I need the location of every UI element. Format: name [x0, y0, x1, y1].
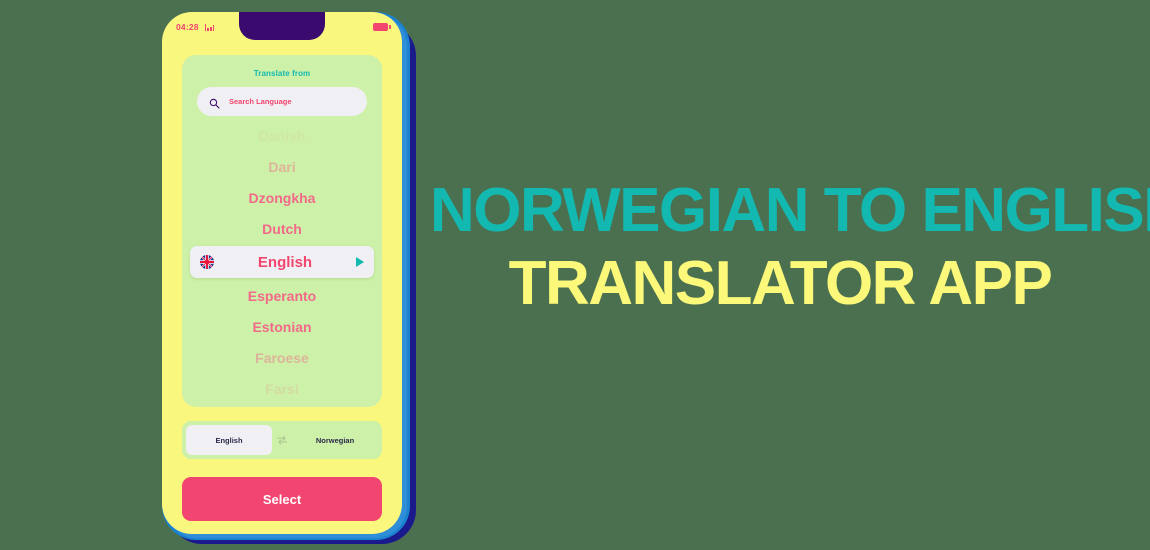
card-title: Translate from — [253, 69, 311, 78]
list-item[interactable]: Estonian — [182, 311, 382, 342]
list-item[interactable]: Dzongkha — [182, 182, 382, 213]
play-arrow-icon[interactable] — [356, 257, 364, 267]
select-button[interactable]: Select — [182, 477, 382, 521]
list-item[interactable]: Esperanto — [182, 280, 382, 311]
list-item[interactable]: Dutch — [182, 213, 382, 244]
source-language-chip[interactable]: English — [186, 425, 272, 455]
selected-language-label: English — [257, 253, 313, 271]
status-time: 04:28 — [176, 22, 199, 32]
language-list[interactable]: Danish Dari Dzongkha Dutch English Esper… — [182, 120, 382, 397]
list-item-selected-english[interactable]: English — [190, 246, 374, 278]
phone-notch — [239, 12, 325, 40]
list-item[interactable]: Dari — [182, 151, 382, 182]
status-bar-left: 04:28 — [176, 22, 215, 32]
battery-icon — [373, 23, 391, 31]
search-input[interactable]: Search Language — [197, 87, 367, 116]
language-swap-bar: English Norwegian — [182, 421, 382, 459]
signal-bars-icon — [204, 23, 215, 31]
swap-arrows-icon[interactable] — [272, 434, 292, 446]
list-item[interactable]: Farsi — [182, 373, 382, 404]
translate-from-card: Translate from Search Language Danish Da… — [182, 55, 382, 407]
headline: NORWEGIAN TO ENGLISH TRANSLATOR APP — [430, 176, 1150, 319]
headline-line-2: TRANSLATOR APP — [508, 249, 1053, 319]
search-icon — [209, 96, 220, 109]
page-root: 04:28 Translate from Search Language Dan… — [0, 0, 1150, 550]
search-placeholder: Search Language — [229, 97, 292, 106]
list-item[interactable]: Danish — [182, 120, 382, 151]
list-item[interactable]: Faroese — [182, 342, 382, 373]
uk-flag-icon — [200, 255, 214, 269]
target-language-chip[interactable]: Norwegian — [292, 425, 378, 455]
phone-screen: 04:28 Translate from Search Language Dan… — [162, 12, 402, 534]
headline-line-1: NORWEGIAN TO ENGLISH — [430, 176, 1150, 245]
